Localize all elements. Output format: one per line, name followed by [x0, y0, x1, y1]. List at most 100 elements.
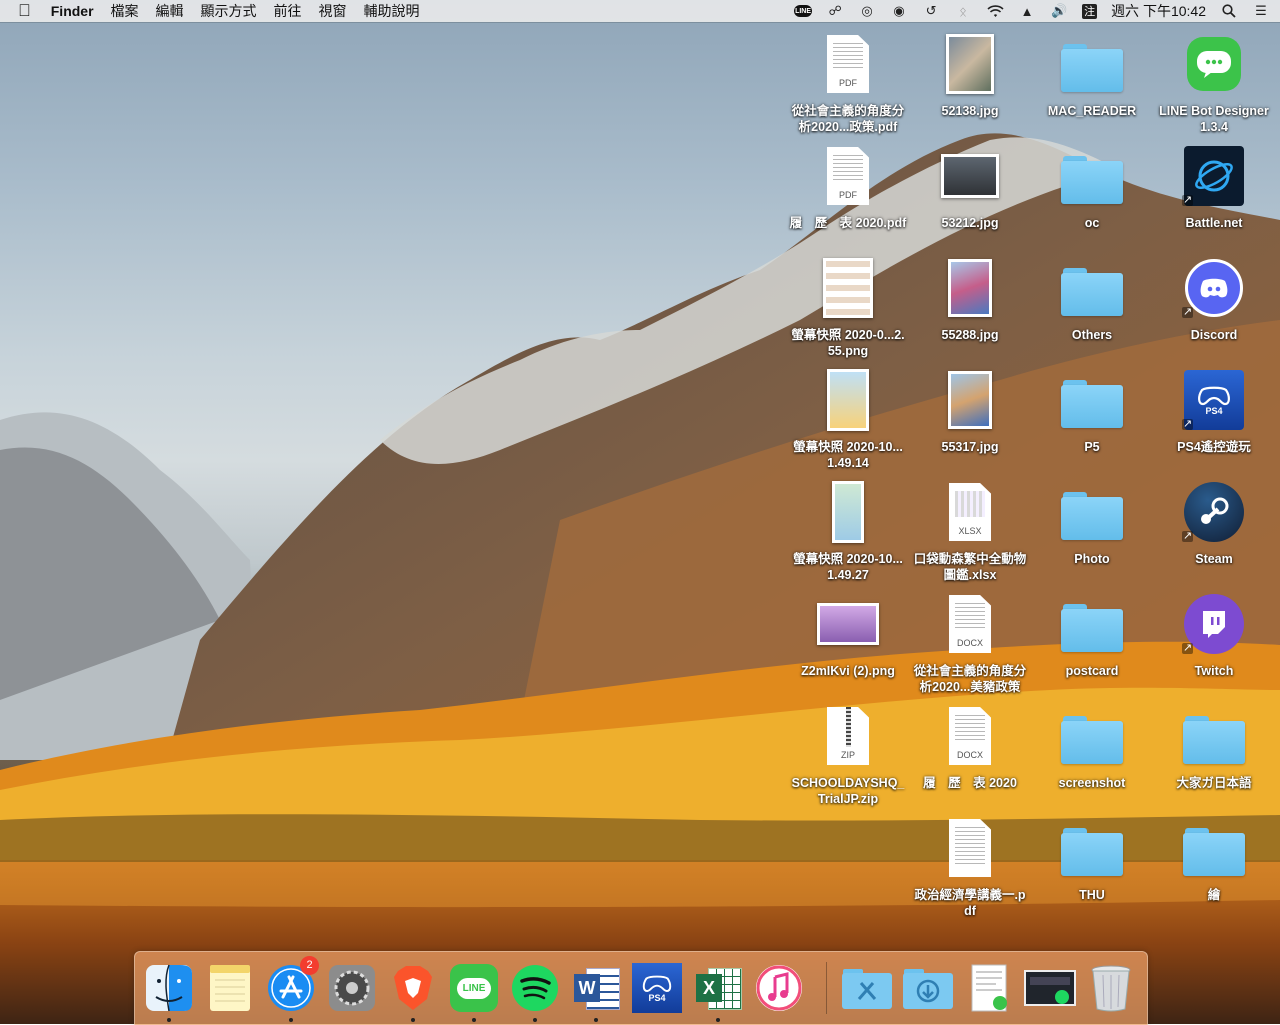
folder-label: MAC_READER [1047, 104, 1137, 118]
file-label: Z2mIKvi (2).png [801, 664, 895, 678]
running-indicator [533, 1018, 537, 1022]
line-bot-designer-icon [1187, 37, 1241, 91]
file-label: 政治經濟學講義一.pdf [914, 888, 1026, 918]
menu-window[interactable]: 視窗 [319, 1, 347, 21]
running-indicator [411, 1018, 415, 1022]
dock-document-stack[interactable] [963, 962, 1015, 1014]
file-label: SCHOOLDAYSHQ_ TrialJP.zip [791, 776, 905, 806]
desktop-folder[interactable]: THU [1033, 816, 1151, 903]
desktop-app-steam[interactable]: ↗ Steam [1155, 480, 1273, 567]
battlenet-icon [1184, 146, 1244, 206]
file-label: 螢幕快照 2020-10...1.49.14 [793, 440, 903, 470]
running-indicator [289, 1018, 293, 1022]
xlsx-file-icon: XLSX [949, 483, 991, 541]
airplay-icon[interactable]: ▲ [1018, 3, 1036, 19]
steam-icon [1184, 482, 1244, 542]
bluetooth-icon[interactable]: ᛟ [954, 3, 972, 19]
dock-trash[interactable] [1085, 962, 1137, 1014]
apple-icon[interactable]:  [18, 1, 31, 21]
docx-file-icon: DOCX [949, 595, 991, 653]
dock-spotify[interactable] [509, 962, 561, 1022]
creative-cloud-icon[interactable]: ☍ [826, 3, 844, 19]
discord-icon [1185, 259, 1243, 317]
file-label: 口袋動森繁中全動物圖鑑.xlsx [913, 552, 1027, 582]
spotlight-search-icon[interactable] [1220, 3, 1238, 19]
dock: 2 LINE W PS4 X [134, 951, 1148, 1025]
desktop-folder[interactable]: Others [1033, 256, 1151, 343]
folder-label: 大家ガ日本語 [1176, 776, 1252, 790]
file-label: 55317.jpg [941, 440, 999, 454]
desktop-app-line-bot-designer[interactable]: LINE Bot Designer 1.3.4 [1155, 32, 1273, 135]
notification-center-icon[interactable]: ☰ [1252, 3, 1270, 19]
line-status-icon[interactable]: LINE [794, 5, 813, 17]
folder-label: postcard [1065, 664, 1119, 678]
folder-label: P5 [1084, 440, 1100, 454]
time-machine-icon[interactable]: ↺ [922, 3, 940, 19]
desktop-app-ps4-remote-play[interactable]: PS4 ↗ PS4遙控遊玩 [1155, 368, 1273, 455]
menu-file[interactable]: 檔案 [111, 1, 139, 21]
desktop-folder[interactable]: MAC_READER [1033, 32, 1151, 119]
desktop-folder[interactable]: 大家ガ日本語 [1155, 704, 1273, 791]
desktop-file-pdf[interactable]: PDF 從社會主義的角度分析2020...政策.pdf [789, 32, 907, 135]
dock-screenshot-stack[interactable] [1024, 962, 1076, 1014]
alias-arrow-icon: ↗ [1182, 418, 1193, 430]
desktop-app-battlenet[interactable]: ↗ Battle.net [1155, 144, 1273, 231]
alias-arrow-icon: ↗ [1182, 530, 1193, 542]
dock-excel[interactable]: X [692, 962, 744, 1022]
menu-clock[interactable]: 週六 下午10:42 [1111, 1, 1206, 21]
desktop-folder[interactable]: 繪 [1155, 816, 1273, 903]
running-indicator [716, 1018, 720, 1022]
dock-word[interactable]: W [570, 962, 622, 1022]
status-app-icon[interactable]: ◎ [858, 3, 876, 19]
desktop-file-screenshot[interactable]: 螢幕快照 2020-10...1.49.14 [789, 368, 907, 471]
desktop-file-zip[interactable]: ZIP SCHOOLDAYSHQ_ TrialJP.zip [789, 704, 907, 807]
desktop-file-xlsx[interactable]: XLSX 口袋動森繁中全動物圖鑑.xlsx [911, 480, 1029, 583]
dock-itunes[interactable] [753, 962, 805, 1014]
input-method-icon[interactable]: 注 [1082, 3, 1098, 19]
file-label: 螢幕快照 2020-10...1.49.27 [793, 552, 903, 582]
desktop-folder[interactable]: oc [1033, 144, 1151, 231]
desktop-file-photo[interactable]: 55317.jpg [911, 368, 1029, 455]
desktop-file-screenshot[interactable]: 螢幕快照 2020-0...2.55.png [789, 256, 907, 359]
desktop-folder[interactable]: P5 [1033, 368, 1151, 455]
desktop-file-photo[interactable]: 55288.jpg [911, 256, 1029, 343]
finder-icon [146, 964, 192, 1012]
desktop-file-screenshot[interactable]: 螢幕快照 2020-10...1.49.27 [789, 480, 907, 583]
document-stack-icon [971, 964, 1007, 1012]
menu-help[interactable]: 輔助說明 [364, 1, 420, 21]
folder-icon [1061, 268, 1123, 316]
screenshot-thumbnail-icon [823, 258, 873, 318]
desktop-file-docx[interactable]: DOCX 從社會主義的角度分析2020...美豬政策 [911, 592, 1029, 695]
desktop-file-photo[interactable]: 52138.jpg [911, 32, 1029, 119]
dock-applications-folder[interactable] [841, 962, 893, 1014]
menu-app-name[interactable]: Finder [51, 3, 94, 19]
desktop-folder[interactable]: screenshot [1033, 704, 1151, 791]
desktop-file-docx[interactable]: DOCX 履 歷 表 2020 [911, 704, 1029, 791]
volume-icon[interactable]: 🔊 [1050, 3, 1068, 19]
menu-go[interactable]: 前往 [274, 1, 302, 21]
desktop-file-pdf[interactable]: PDF 履 歷 表 2020.pdf [789, 144, 907, 231]
dock-app-store[interactable]: 2 [265, 956, 319, 1022]
desktop-app-twitch[interactable]: ↗ Twitch [1155, 592, 1273, 679]
photo-thumbnail-icon [948, 371, 992, 429]
dock-finder[interactable] [143, 962, 195, 1022]
dock-brave[interactable] [387, 962, 439, 1022]
desktop-file-pdf[interactable]: 政治經濟學講義一.pdf [911, 816, 1029, 919]
menu-edit[interactable]: 編輯 [156, 1, 184, 21]
desktop-folder[interactable]: Photo [1033, 480, 1151, 567]
alias-arrow-icon: ↗ [1182, 306, 1193, 318]
dock-downloads-folder[interactable] [902, 962, 954, 1014]
menu-view[interactable]: 顯示方式 [201, 1, 257, 21]
desktop-file-photo[interactable]: 53212.jpg [911, 144, 1029, 231]
folder-label: 繪 [1207, 888, 1221, 902]
desktop-folder[interactable]: postcard [1033, 592, 1151, 679]
desktop-file-image[interactable]: Z2mIKvi (2).png [789, 592, 907, 679]
status-app-2-icon[interactable]: ◉ [890, 3, 908, 19]
dock-ps4-remote-play[interactable]: PS4 [631, 962, 683, 1014]
dock-notes[interactable] [204, 962, 256, 1014]
desktop-app-discord[interactable]: ↗ Discord [1155, 256, 1273, 343]
notification-badge: 2 [300, 956, 319, 975]
dock-system-preferences[interactable] [326, 962, 378, 1014]
dock-line[interactable]: LINE [448, 962, 500, 1022]
wifi-icon[interactable] [986, 3, 1004, 19]
